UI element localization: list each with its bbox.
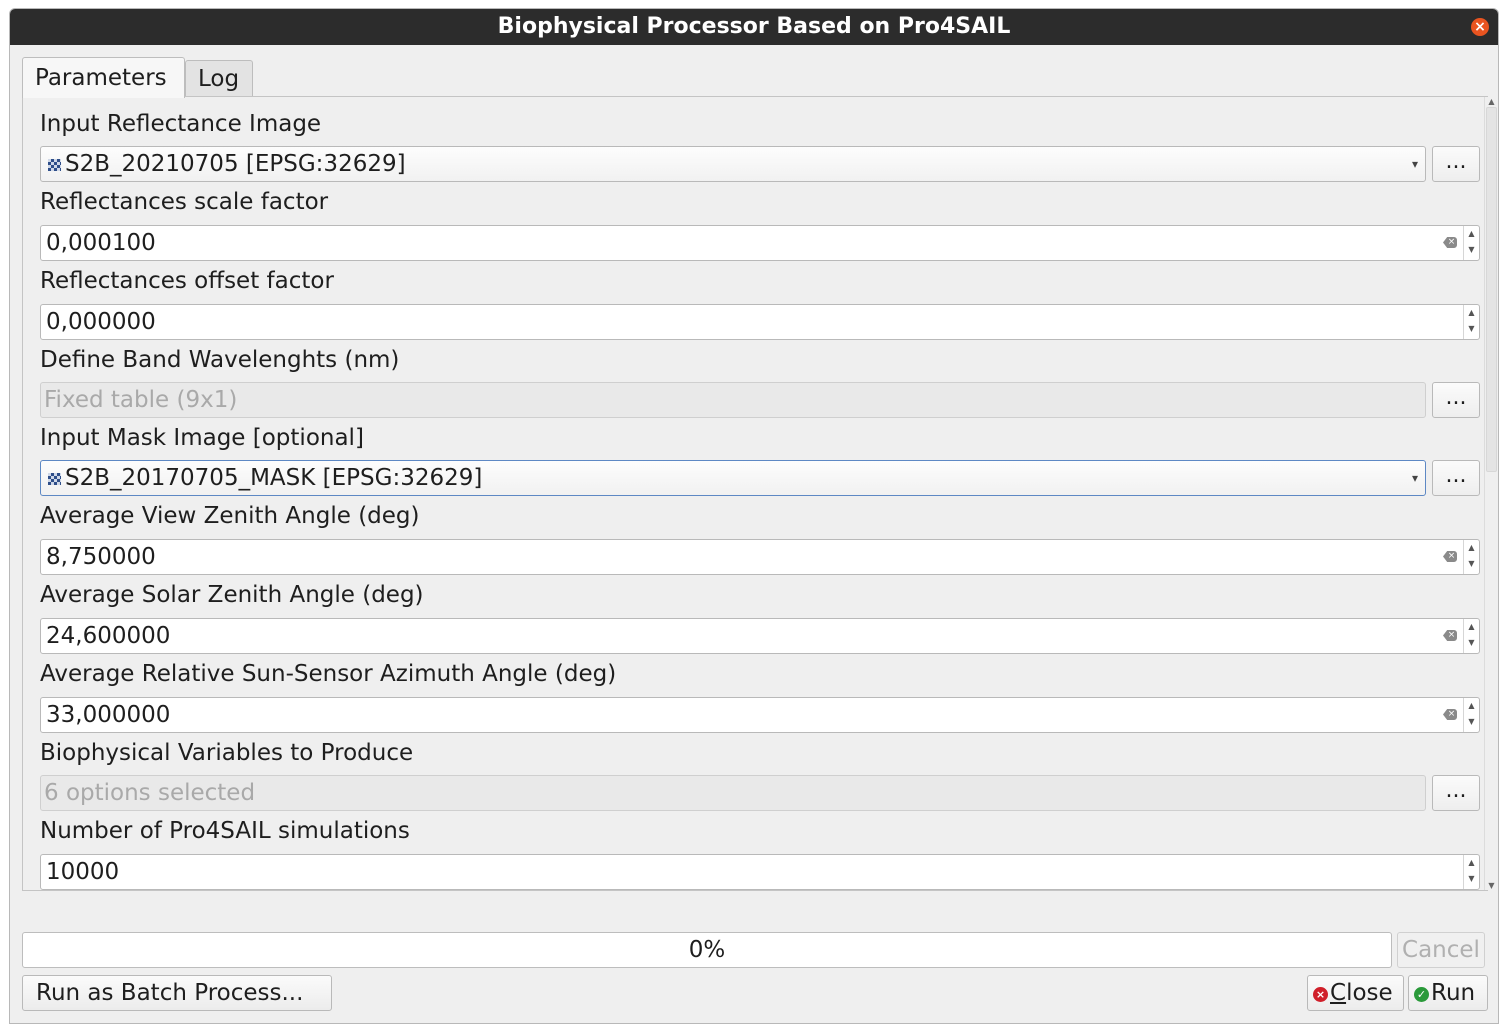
offset-factor-value: 0,000000: [46, 309, 156, 335]
chevron-down-icon: ▾: [1411, 157, 1418, 171]
input-reflectance-browse-button[interactable]: ...: [1432, 146, 1480, 182]
checkmark-icon: ✓: [1414, 987, 1429, 1002]
solar-zenith-value: 24,600000: [46, 623, 171, 649]
scroll-down-icon[interactable]: ▼: [1485, 881, 1498, 890]
tab-log[interactable]: Log: [185, 60, 253, 97]
progress-text: 0%: [688, 937, 726, 963]
tab-parameters[interactable]: Parameters: [22, 57, 185, 98]
spin-arrows[interactable]: ▲ ▼: [1463, 305, 1479, 339]
simulations-value: 10000: [46, 859, 120, 885]
variables-browse-button[interactable]: ...: [1432, 775, 1480, 811]
relative-azimuth-spinbox[interactable]: 33,000000 × ▲ ▼: [40, 697, 1480, 733]
band-wavelengths-label: Define Band Wavelenghts (nm): [40, 347, 400, 373]
clear-icon[interactable]: ×: [1443, 237, 1457, 248]
parameters-panel: Input Reflectance Image S2B_20210705 [EP…: [22, 96, 1498, 891]
vertical-scrollbar[interactable]: ▲ ▼: [1484, 97, 1498, 890]
close-button[interactable]: × Close: [1307, 975, 1404, 1011]
solar-zenith-label: Average Solar Zenith Angle (deg): [40, 582, 424, 608]
cancel-button[interactable]: Cancel: [1397, 932, 1485, 968]
input-reflectance-label: Input Reflectance Image: [40, 111, 322, 137]
solar-zenith-spinbox[interactable]: 24,600000 × ▲ ▼: [40, 618, 1480, 654]
run-button[interactable]: ✓ Run: [1408, 975, 1488, 1011]
scroll-up-icon[interactable]: ▲: [1485, 97, 1498, 106]
simulations-label: Number of Pro4SAIL simulations: [40, 818, 410, 844]
mask-image-label: Input Mask Image [optional]: [40, 425, 364, 451]
spin-arrows[interactable]: ▲ ▼: [1463, 540, 1479, 574]
relative-azimuth-value: 33,000000: [46, 702, 171, 728]
relative-azimuth-label: Average Relative Sun-Sensor Azimuth Angl…: [40, 661, 617, 687]
scale-factor-value: 0,000100: [46, 230, 156, 256]
close-icon: ×: [1313, 987, 1328, 1002]
window-title: Biophysical Processor Based on Pro4SAIL: [497, 14, 1011, 39]
scale-factor-spinbox[interactable]: 0,000100 × ▲ ▼: [40, 225, 1480, 261]
clear-icon[interactable]: ×: [1443, 551, 1457, 562]
mask-image-value: S2B_20170705_MASK [EPSG:32629]: [65, 465, 483, 491]
variables-field: 6 options selected: [40, 775, 1426, 811]
run-label: Run: [1431, 980, 1476, 1006]
input-reflectance-value: S2B_20210705 [EPSG:32629]: [65, 151, 406, 177]
view-zenith-spinbox[interactable]: 8,750000 × ▲ ▼: [40, 539, 1480, 575]
band-wavelengths-field: Fixed table (9x1): [40, 382, 1426, 418]
title-bar: Biophysical Processor Based on Pro4SAIL …: [10, 9, 1498, 45]
clear-icon[interactable]: ×: [1443, 709, 1457, 720]
input-reflectance-combo[interactable]: S2B_20210705 [EPSG:32629] ▾: [40, 146, 1426, 182]
close-label: lose: [1346, 980, 1393, 1006]
mask-image-browse-button[interactable]: ...: [1432, 460, 1480, 496]
spin-arrows[interactable]: ▲ ▼: [1463, 855, 1479, 889]
run-batch-button[interactable]: Run as Batch Process...: [22, 975, 332, 1011]
view-zenith-value: 8,750000: [46, 544, 156, 570]
scale-factor-label: Reflectances scale factor: [40, 189, 329, 215]
progress-bar: 0%: [22, 932, 1392, 968]
offset-factor-label: Reflectances offset factor: [40, 268, 334, 294]
mask-image-combo[interactable]: S2B_20170705_MASK [EPSG:32629] ▾: [40, 460, 1426, 496]
close-mnemonic: C: [1330, 980, 1347, 1006]
raster-layer-icon: [48, 159, 61, 171]
dialog-window: Biophysical Processor Based on Pro4SAIL …: [9, 8, 1499, 1024]
chevron-down-icon: ▾: [1411, 471, 1418, 485]
clear-icon[interactable]: ×: [1443, 630, 1457, 641]
scrollbar-thumb[interactable]: [1486, 107, 1497, 472]
spin-arrows[interactable]: ▲ ▼: [1463, 698, 1479, 732]
band-wavelengths-browse-button[interactable]: ...: [1432, 382, 1480, 418]
simulations-spinbox[interactable]: 10000 ▲ ▼: [40, 854, 1480, 890]
view-zenith-label: Average View Zenith Angle (deg): [40, 503, 420, 529]
spin-arrows[interactable]: ▲ ▼: [1463, 226, 1479, 260]
variables-label: Biophysical Variables to Produce: [40, 740, 414, 766]
raster-layer-icon: [48, 473, 61, 485]
offset-factor-spinbox[interactable]: 0,000000 ▲ ▼: [40, 304, 1480, 340]
close-icon[interactable]: ×: [1471, 18, 1489, 36]
spin-arrows[interactable]: ▲ ▼: [1463, 619, 1479, 653]
